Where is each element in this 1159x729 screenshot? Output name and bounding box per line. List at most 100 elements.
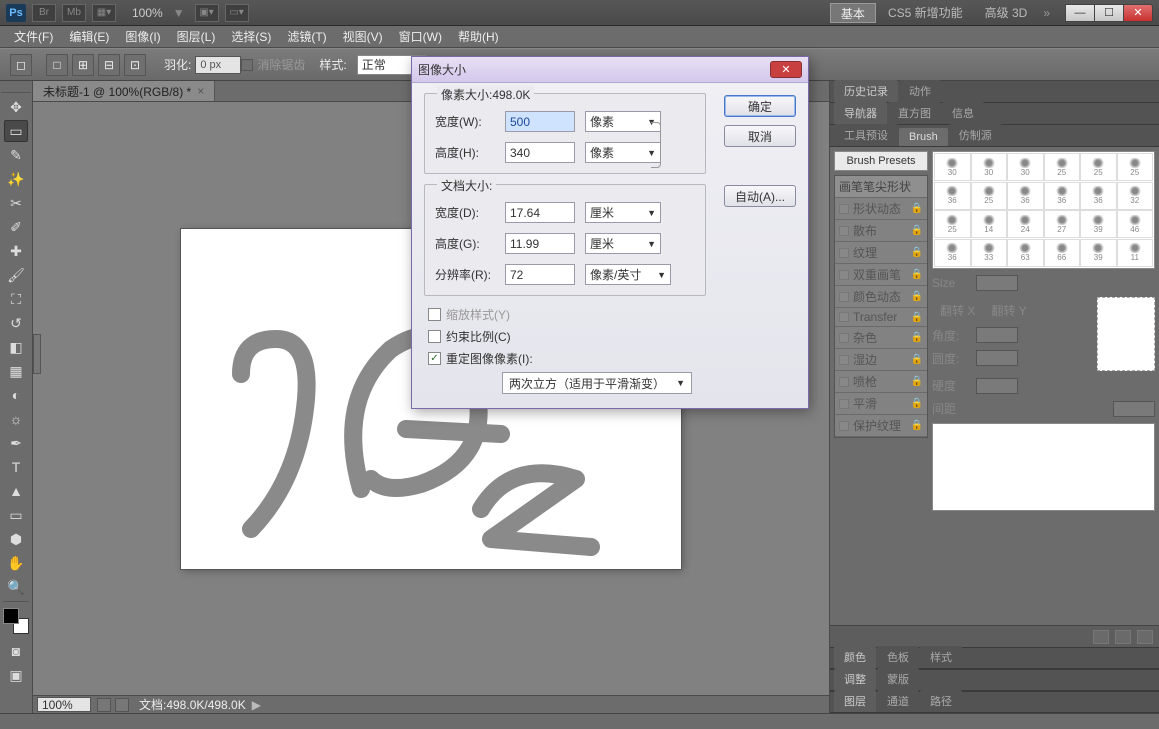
zoom-caret-icon[interactable]: ▼: [173, 6, 185, 20]
menu-edit[interactable]: 编辑(E): [61, 26, 117, 47]
width-w-input[interactable]: [505, 111, 575, 132]
brush-tip-shape[interactable]: 画笔笔尖形状: [835, 176, 927, 198]
tab-layers[interactable]: 图层: [834, 690, 876, 712]
selection-add-icon[interactable]: ⊞: [72, 54, 94, 76]
quickmask-tool[interactable]: ◙: [4, 640, 28, 662]
workspace-cs5new[interactable]: CS5 新增功能: [878, 3, 973, 23]
menu-view[interactable]: 视图(V): [335, 26, 391, 47]
roundness-input[interactable]: [976, 350, 1018, 366]
pen-tool[interactable]: ✒: [4, 432, 28, 454]
cancel-button[interactable]: 取消: [724, 125, 796, 147]
menu-window[interactable]: 窗口(W): [391, 26, 450, 47]
arrange-docs-icon[interactable]: ▣▾: [195, 4, 219, 22]
3d-tool[interactable]: ⬢: [4, 528, 28, 550]
close-button[interactable]: ✕: [1123, 4, 1153, 22]
history-brush-tool[interactable]: ↺: [4, 312, 28, 334]
tab-info[interactable]: 信息: [942, 102, 984, 124]
gradient-tool[interactable]: ▦: [4, 360, 28, 382]
menu-help[interactable]: 帮助(H): [450, 26, 507, 47]
hand-tool[interactable]: ✋: [4, 552, 28, 574]
selection-subtract-icon[interactable]: ⊟: [98, 54, 120, 76]
healing-tool[interactable]: ✚: [4, 240, 28, 262]
menu-select[interactable]: 选择(S): [223, 26, 279, 47]
maximize-button[interactable]: ☐: [1094, 4, 1124, 22]
brush-transfer[interactable]: Transfer🔒: [835, 308, 927, 327]
brush-dual[interactable]: 双重画笔🔒: [835, 264, 927, 286]
type-tool[interactable]: T: [4, 456, 28, 478]
status-caret-icon[interactable]: ▶: [252, 698, 261, 712]
wand-tool[interactable]: ✨: [4, 168, 28, 190]
workspace-3d[interactable]: 高级 3D: [975, 3, 1038, 23]
width-d-input[interactable]: [505, 202, 575, 223]
tab-masks[interactable]: 蒙版: [877, 668, 919, 690]
view-extras-icon[interactable]: ▦▾: [92, 4, 116, 22]
menu-file[interactable]: 文件(F): [6, 26, 61, 47]
tab-history[interactable]: 历史记录: [834, 80, 898, 102]
eyedropper-tool[interactable]: ✐: [4, 216, 28, 238]
brush-protect-texture[interactable]: 保护纹理🔒: [835, 415, 927, 437]
status-zoom-input[interactable]: [37, 697, 91, 712]
status-icon-1[interactable]: [97, 698, 111, 712]
menu-filter[interactable]: 滤镜(T): [279, 26, 334, 47]
tab-color[interactable]: 颜色: [834, 646, 876, 668]
stamp-tool[interactable]: ⛶: [4, 288, 28, 310]
minimize-button[interactable]: —: [1065, 4, 1095, 22]
tab-swatches[interactable]: 色板: [877, 646, 919, 668]
lasso-tool[interactable]: ✎: [4, 144, 28, 166]
document-tab[interactable]: 未标题-1 @ 100%(RGB/8) * ×: [33, 81, 215, 101]
hardness-input[interactable]: [976, 378, 1018, 394]
brush-texture[interactable]: 纹理🔒: [835, 242, 927, 264]
dialog-titlebar[interactable]: 图像大小 ✕: [412, 57, 808, 83]
auto-button[interactable]: 自动(A)...: [724, 185, 796, 207]
close-tab-icon[interactable]: ×: [197, 84, 204, 98]
tab-clone-source[interactable]: 仿制源: [949, 124, 1002, 146]
brush-smoothing[interactable]: 平滑🔒: [835, 393, 927, 415]
marquee-tool[interactable]: ▭: [4, 120, 28, 142]
shape-tool[interactable]: ▭: [4, 504, 28, 526]
zoom-tool[interactable]: 🔍: [4, 576, 28, 598]
tab-histogram[interactable]: 直方图: [888, 102, 941, 124]
height-g-unit-select[interactable]: 厘米▼: [585, 233, 661, 254]
brush-shape-dynamics[interactable]: 形状动态🔒: [835, 198, 927, 220]
tab-adjustments[interactable]: 调整: [834, 668, 876, 690]
constrain-checkbox[interactable]: 约束比例(C): [428, 328, 796, 345]
tab-actions[interactable]: 动作: [899, 80, 941, 102]
selection-intersect-icon[interactable]: ⊡: [124, 54, 146, 76]
brush-airbrush[interactable]: 喷枪🔒: [835, 371, 927, 393]
tab-brush[interactable]: Brush: [899, 128, 948, 146]
toggle-preview-icon[interactable]: [1093, 630, 1109, 644]
screenmode-tool[interactable]: ▣: [4, 664, 28, 686]
brush-scatter[interactable]: 散布🔒: [835, 220, 927, 242]
zoom-level[interactable]: 100%: [132, 6, 163, 20]
eraser-tool[interactable]: ◧: [4, 336, 28, 358]
selection-new-icon[interactable]: □: [46, 54, 68, 76]
brush-tool[interactable]: 🖌: [4, 264, 28, 286]
tab-channels[interactable]: 通道: [877, 690, 919, 712]
minibridge-icon[interactable]: Mb: [62, 4, 86, 22]
width-d-unit-select[interactable]: 厘米▼: [585, 202, 661, 223]
tab-styles[interactable]: 样式: [920, 646, 962, 668]
workspace-basic[interactable]: 基本: [830, 3, 876, 23]
crop-tool[interactable]: ✂: [4, 192, 28, 214]
menu-layer[interactable]: 图层(L): [169, 26, 224, 47]
brush-thumbnails[interactable]: 303030252525 362536363632 251424273946 3…: [932, 151, 1155, 269]
resolution-input[interactable]: [505, 264, 575, 285]
workspace-more-icon[interactable]: »: [1043, 6, 1050, 20]
angle-input[interactable]: [976, 327, 1018, 343]
status-icon-2[interactable]: [115, 698, 129, 712]
foreground-background-swatch[interactable]: [3, 608, 29, 634]
spacing-input[interactable]: [1113, 401, 1155, 417]
path-select-tool[interactable]: ▲: [4, 480, 28, 502]
tab-navigator[interactable]: 导航器: [834, 102, 887, 124]
ok-button[interactable]: 确定: [724, 95, 796, 117]
brush-presets-button[interactable]: Brush Presets: [834, 151, 928, 171]
screen-mode-icon[interactable]: ▭▾: [225, 4, 249, 22]
brush-angle-preview[interactable]: [1097, 297, 1155, 371]
new-brush-icon[interactable]: [1115, 630, 1131, 644]
tool-preset-icon[interactable]: ◻: [10, 54, 32, 76]
tab-paths[interactable]: 路径: [920, 690, 962, 712]
height-h-input[interactable]: [505, 142, 575, 163]
dodge-tool[interactable]: ☼: [4, 408, 28, 430]
size-input[interactable]: [976, 275, 1018, 291]
trash-icon[interactable]: [1137, 630, 1153, 644]
